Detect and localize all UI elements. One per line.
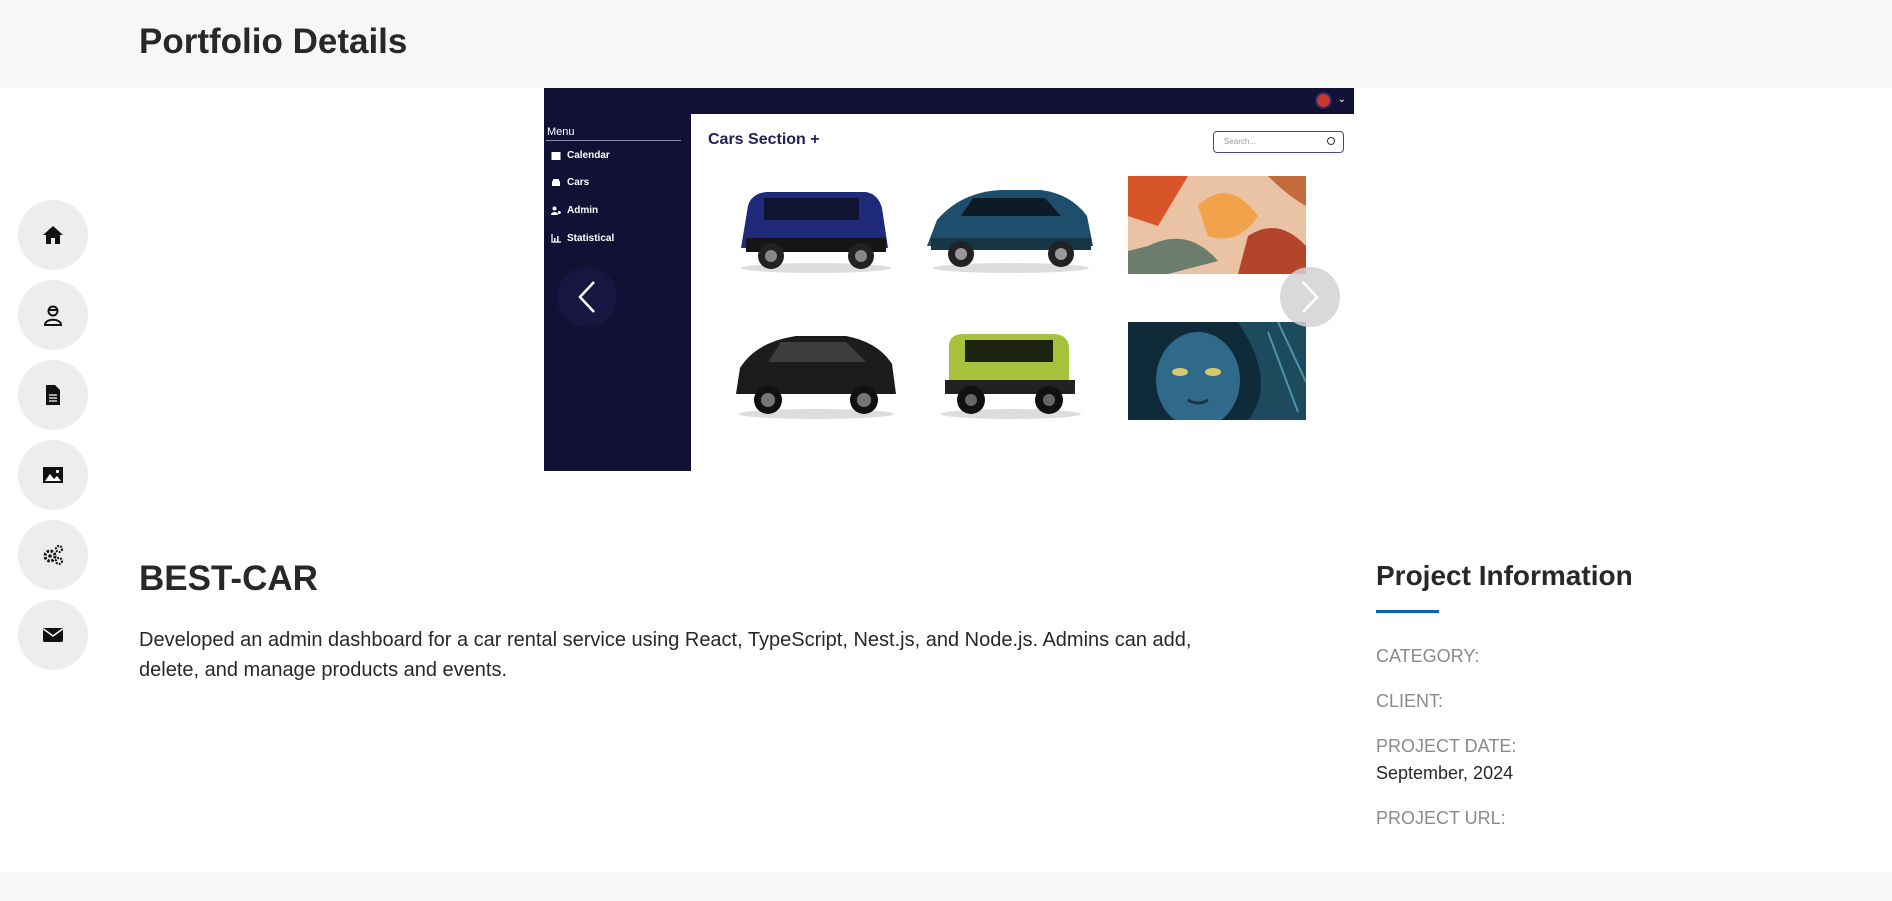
nav-contact-button[interactable] bbox=[18, 600, 88, 670]
car-image bbox=[927, 190, 1093, 273]
nav-resume-button[interactable] bbox=[18, 360, 88, 430]
envelope-icon bbox=[43, 628, 63, 642]
chevron-left-icon bbox=[578, 281, 595, 313]
project-info-panel: Project Information CATEGORY: CLIENT: PR… bbox=[1376, 560, 1796, 828]
nav-portfolio-button[interactable] bbox=[18, 440, 88, 510]
project-name: BEST-CAR bbox=[139, 559, 318, 598]
car-card bbox=[726, 322, 904, 420]
gears-icon bbox=[43, 544, 64, 566]
screenshot-menu-item-statistical: Statistical bbox=[551, 233, 614, 244]
home-icon bbox=[43, 226, 63, 244]
screenshot-menu-item-label: Calendar bbox=[567, 150, 610, 161]
chart-icon bbox=[551, 234, 561, 243]
project-date-label: PROJECT DATE: bbox=[1376, 736, 1517, 756]
page-title: Portfolio Details bbox=[139, 22, 408, 61]
portfolio-image-slider[interactable]: ⌄ Menu Calendar Cars Admin Statistical C… bbox=[544, 88, 1356, 471]
client-label: CLIENT: bbox=[1376, 691, 1444, 711]
artwork-image bbox=[1128, 321, 1307, 428]
screenshot-topbar: ⌄ bbox=[544, 88, 1354, 114]
avatar-artwork bbox=[1128, 321, 1307, 428]
screenshot-menu-item-cars: Cars bbox=[551, 177, 589, 188]
search-icon bbox=[1327, 137, 1335, 145]
screenshot-search: Search... bbox=[1213, 131, 1344, 153]
screenshot-heading: Cars Section + bbox=[708, 131, 820, 148]
project-date-value: September, 2024 bbox=[1376, 763, 1514, 783]
project-info-title: Project Information bbox=[1376, 560, 1633, 591]
document-icon bbox=[46, 385, 60, 405]
project-url-label: PROJECT URL: bbox=[1376, 808, 1506, 828]
chevron-right-icon bbox=[1302, 281, 1319, 313]
user-gear-icon bbox=[551, 206, 561, 215]
screenshot-menu-title: Menu bbox=[547, 126, 575, 138]
title-underline bbox=[1376, 610, 1439, 613]
car-image bbox=[941, 334, 1081, 419]
car-image bbox=[736, 336, 896, 419]
screenshot-menu-item-label: Statistical bbox=[567, 233, 615, 244]
car-card bbox=[921, 322, 1099, 420]
slider-next-button[interactable] bbox=[1280, 267, 1340, 327]
screenshot-avatar bbox=[1315, 92, 1332, 109]
car-card bbox=[921, 176, 1099, 274]
slider-prev-button[interactable] bbox=[557, 267, 617, 327]
car-card bbox=[726, 176, 904, 274]
anime-artwork bbox=[1128, 176, 1306, 274]
calendar-icon bbox=[551, 152, 561, 160]
image-icon bbox=[43, 467, 63, 483]
category-label: CATEGORY: bbox=[1376, 646, 1480, 666]
project-description: Developed an admin dashboard for a car r… bbox=[139, 629, 1192, 681]
page-footer bbox=[0, 872, 1892, 901]
car-image bbox=[741, 192, 891, 273]
screenshot-main: Cars Section + Search... bbox=[691, 114, 1354, 471]
screenshot-menu-item-admin: Admin bbox=[551, 205, 598, 216]
user-icon bbox=[43, 305, 63, 326]
screenshot-menu-item-calendar: Calendar bbox=[551, 150, 610, 161]
page-header: Portfolio Details bbox=[0, 0, 1892, 88]
nav-services-button[interactable] bbox=[18, 520, 88, 590]
artwork-image bbox=[1128, 176, 1306, 274]
screenshot-menu-divider bbox=[546, 140, 681, 141]
chevron-down-icon: ⌄ bbox=[1337, 94, 1346, 105]
screenshot-search-placeholder: Search... bbox=[1224, 137, 1257, 146]
nav-home-button[interactable] bbox=[18, 200, 88, 270]
car-icon bbox=[552, 179, 560, 186]
screenshot-menu-item-label: Cars bbox=[567, 177, 590, 188]
nav-about-button[interactable] bbox=[18, 280, 88, 350]
side-nav bbox=[18, 200, 88, 680]
screenshot-menu-item-label: Admin bbox=[567, 205, 599, 216]
